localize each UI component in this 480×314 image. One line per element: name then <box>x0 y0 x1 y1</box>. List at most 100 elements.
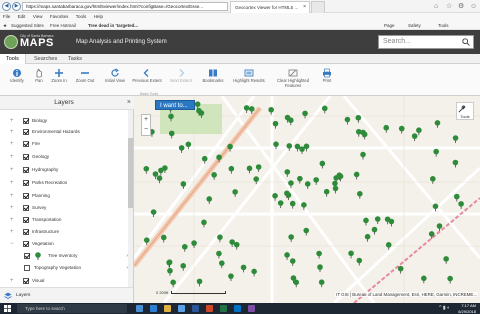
expand-icon[interactable]: + <box>10 203 14 213</box>
taskbar-clock[interactable]: 7:17 AM 6/29/2018 <box>458 303 476 314</box>
tree-symbol[interactable] <box>277 200 284 209</box>
layer-item-parks-recreation[interactable]: + Parks Recreation <box>10 178 128 188</box>
zoom-out-button[interactable]: Zoom Out <box>68 66 102 94</box>
edge-icon[interactable] <box>150 305 157 312</box>
word-icon[interactable] <box>192 305 199 312</box>
star-icon[interactable]: ☆ <box>446 1 452 12</box>
menu-file[interactable]: File <box>0 13 13 21</box>
tree-symbol[interactable] <box>240 264 247 273</box>
system-tray-icons[interactable]: ^ ▮ ◐ <box>439 305 450 311</box>
taskbar-search-input[interactable]: Type here to search <box>17 304 127 313</box>
tree-symbol[interactable] <box>150 209 157 218</box>
tree-symbol[interactable] <box>452 159 459 168</box>
tree-symbol[interactable] <box>421 275 427 284</box>
tree-symbol[interactable] <box>447 275 453 284</box>
layer-checkbox[interactable] <box>24 253 30 259</box>
zoom-control[interactable]: + − <box>141 114 151 136</box>
layer-item-survey[interactable]: + Survey <box>10 203 128 213</box>
layer-checkbox[interactable] <box>23 141 29 147</box>
tree-symbol[interactable] <box>288 234 294 242</box>
layer-item-hydrography[interactable]: + Hydrography <box>10 165 128 175</box>
tree-symbol[interactable] <box>228 273 234 282</box>
tree-symbol[interactable] <box>255 164 262 173</box>
tree-symbol[interactable] <box>374 216 381 225</box>
tree-symbol[interactable] <box>233 241 240 250</box>
tree-symbol[interactable] <box>216 250 222 259</box>
layer-item-fire[interactable]: + Fire <box>10 139 128 149</box>
tree-symbol[interactable] <box>201 219 207 228</box>
menu-view[interactable]: View <box>30 13 46 21</box>
powerpoint-icon[interactable] <box>206 305 213 312</box>
tree-symbol[interactable] <box>344 116 351 125</box>
layer-checkbox[interactable] <box>23 241 29 247</box>
expand-icon[interactable]: + <box>10 227 14 237</box>
tree-symbol[interactable] <box>143 165 150 174</box>
tree-symbol[interactable] <box>201 155 208 164</box>
tree-symbol[interactable] <box>284 252 290 260</box>
tree-symbol[interactable] <box>323 188 330 197</box>
tree-symbol[interactable] <box>181 243 188 252</box>
tree-symbol[interactable] <box>317 264 323 273</box>
layer-item-topography-vegetation[interactable]: Topography Vegetation › <box>22 263 128 273</box>
tree-symbol[interactable] <box>353 171 360 180</box>
tree-symbol[interactable] <box>321 105 328 114</box>
tree-symbol[interactable] <box>251 268 257 277</box>
layer-checkbox[interactable] <box>23 278 29 284</box>
layer-checkbox[interactable] <box>24 265 30 271</box>
expand-icon[interactable]: + <box>10 178 14 188</box>
forward-button[interactable]: ▶ <box>12 2 21 11</box>
layer-item-infrastructure[interactable]: + Infrastructure <box>10 227 128 237</box>
gear-icon[interactable]: ⚙ <box>458 1 464 12</box>
command-tools[interactable]: Tools <box>438 21 449 30</box>
tab-searches[interactable]: Searches <box>28 54 63 64</box>
map-zoom-in-icon[interactable]: + <box>142 115 150 125</box>
tree-symbol[interactable] <box>167 267 173 276</box>
tree-symbol[interactable] <box>416 127 422 136</box>
tree-symbol[interactable] <box>158 167 164 176</box>
layer-item-biology[interactable]: + Biology <box>10 116 128 126</box>
file-explorer-icon[interactable] <box>164 305 171 312</box>
command-page[interactable]: Page <box>384 21 395 30</box>
expand-icon[interactable]: + <box>10 139 14 149</box>
tree-symbol[interactable] <box>430 176 436 184</box>
layer-item-vegetation[interactable]: − Vegetation <box>10 239 128 249</box>
favorite-free-hotmail[interactable]: Free Hotmail <box>50 21 76 30</box>
tree-symbol[interactable] <box>160 234 167 243</box>
tree-symbol[interactable] <box>284 169 291 177</box>
layer-checkbox[interactable] <box>23 154 29 160</box>
layer-checkbox[interactable] <box>23 229 29 235</box>
tree-symbol[interactable] <box>316 250 322 259</box>
tree-symbol[interactable] <box>357 190 363 199</box>
tree-symbol[interactable] <box>452 135 459 144</box>
layer-checkbox[interactable] <box>23 205 29 211</box>
tree-symbol[interactable] <box>363 217 369 226</box>
layer-item-geology[interactable]: + Geology <box>10 152 128 162</box>
tree-symbol[interactable] <box>218 260 225 269</box>
layer-item-planning[interactable]: + Planning <box>10 191 128 201</box>
tab-tasks[interactable]: Tasks <box>62 54 88 64</box>
map-canvas[interactable] <box>134 96 480 303</box>
tree-symbol[interactable] <box>272 120 279 129</box>
tree-symbol[interactable] <box>355 114 362 123</box>
close-icon[interactable]: × <box>303 2 306 13</box>
outlook-icon[interactable] <box>234 305 241 312</box>
favorite-suggested-sites[interactable]: Suggested Sites <box>11 21 44 30</box>
tree-symbol[interactable] <box>433 148 439 157</box>
tree-symbol[interactable] <box>360 151 366 160</box>
tree-symbol[interactable] <box>371 226 378 235</box>
back-button[interactable]: ◀ <box>2 2 11 11</box>
tree-symbol[interactable] <box>356 257 363 266</box>
expand-icon[interactable]: + <box>10 116 14 126</box>
map-view[interactable]: I want to... + − Tools 0 200ft IT GIS | … <box>134 96 480 303</box>
tree-symbol[interactable] <box>293 279 300 288</box>
tree-symbol[interactable] <box>232 189 238 197</box>
bookmarks-button[interactable]: Bookmarks <box>196 66 230 94</box>
tree-symbol[interactable] <box>313 177 319 185</box>
tree-symbol[interactable] <box>170 279 176 288</box>
layers-footer-tab[interactable]: Layers <box>0 287 134 303</box>
tree-symbol[interactable] <box>211 172 217 180</box>
home-icon[interactable]: ⌂ <box>434 1 438 12</box>
excel-icon[interactable] <box>220 305 227 312</box>
browser-new-tab[interactable] <box>311 1 325 13</box>
expand-icon[interactable]: + <box>10 276 14 286</box>
